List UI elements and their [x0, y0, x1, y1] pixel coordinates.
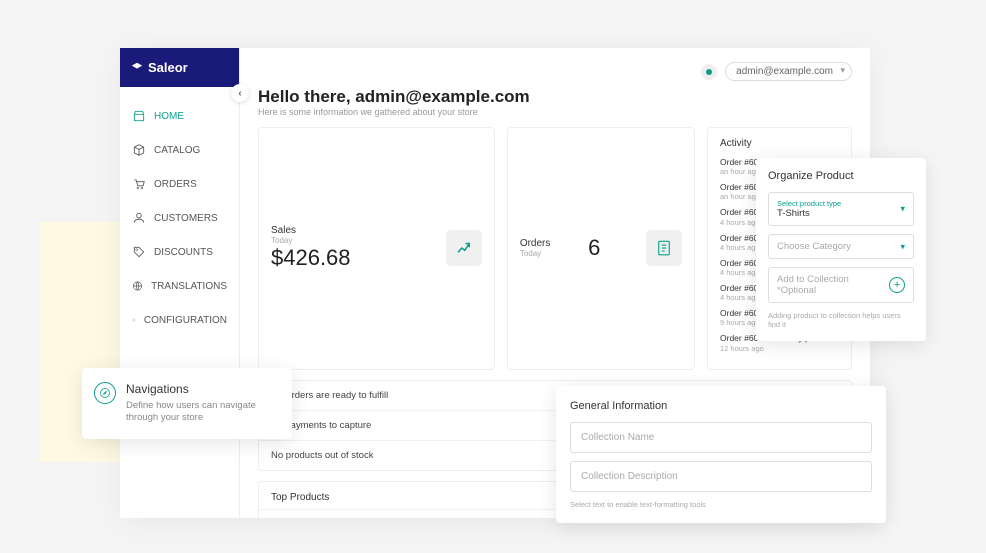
globe-icon: [132, 279, 143, 293]
field-value: T-Shirts: [777, 208, 905, 219]
sidebar: Saleor ‹ HOME CATALOG ORDERS CUSTOMERS: [120, 48, 240, 518]
stat-value: 6: [588, 235, 600, 261]
add-button[interactable]: +: [889, 277, 905, 293]
sidebar-item-label: CATALOG: [154, 145, 200, 156]
stat-value: $426.68: [271, 245, 351, 271]
compass-icon: [94, 382, 116, 404]
brand-logo[interactable]: Saleor ‹: [120, 48, 239, 87]
navigations-title: Navigations: [126, 382, 278, 396]
cube-icon: [132, 143, 146, 157]
page-title: Hello there, admin@example.com: [258, 87, 852, 107]
navigations-card[interactable]: Navigations Define how users can navigat…: [82, 368, 292, 439]
organize-note: Adding product to collection helps users…: [768, 311, 914, 329]
general-title: General Information: [570, 400, 872, 412]
stat-label: Sales: [271, 225, 351, 236]
collection-description-input[interactable]: Collection Description: [570, 461, 872, 492]
organize-product-card: Organize Product Select product type T-S…: [756, 158, 926, 341]
store-icon: [132, 109, 146, 123]
collection-name-input[interactable]: Collection Name: [570, 422, 872, 453]
collapse-sidebar-button[interactable]: ‹: [231, 84, 249, 102]
sidebar-item-home[interactable]: HOME: [120, 99, 239, 133]
chevron-down-icon: ▾: [900, 241, 905, 252]
invoice-icon: [646, 230, 682, 266]
sidebar-item-translations[interactable]: TRANSLATIONS: [120, 269, 239, 303]
chevron-down-icon: ▾: [900, 204, 905, 215]
add-collection-field[interactable]: Add to Collection *Optional +: [768, 267, 914, 303]
topbar: admin@example.com: [258, 62, 852, 81]
field-label: Select product type: [777, 199, 905, 208]
gear-icon: [132, 313, 136, 327]
field-placeholder: Choose Category: [777, 241, 905, 252]
sidebar-item-label: CONFIGURATION: [144, 315, 227, 326]
sales-stat-card: Sales Today $426.68: [258, 127, 495, 370]
user-icon: [132, 211, 146, 225]
sidebar-item-label: ORDERS: [154, 179, 197, 190]
status-indicator[interactable]: [701, 64, 717, 80]
orders-stat-card: Orders Today 6: [507, 127, 695, 370]
sidebar-item-orders[interactable]: ORDERS: [120, 167, 239, 201]
sidebar-item-customers[interactable]: CUSTOMERS: [120, 201, 239, 235]
sidebar-item-label: DISCOUNTS: [154, 247, 213, 258]
sidebar-item-discounts[interactable]: DISCOUNTS: [120, 235, 239, 269]
sidebar-item-label: TRANSLATIONS: [151, 281, 227, 292]
stat-period: Today: [520, 249, 551, 258]
sidebar-item-label: CUSTOMERS: [154, 213, 218, 224]
sidebar-item-catalog[interactable]: CATALOG: [120, 133, 239, 167]
sidebar-item-label: HOME: [154, 111, 184, 122]
general-note: Select text to enable text-formatting to…: [570, 500, 872, 509]
sidebar-item-configuration[interactable]: CONFIGURATION: [120, 303, 239, 337]
category-select[interactable]: Choose Category ▾: [768, 234, 914, 259]
activity-title: Activity: [720, 138, 839, 149]
stat-period: Today: [271, 236, 351, 245]
page-subtitle: Here is some information we gathered abo…: [258, 107, 852, 117]
cart-icon: [132, 177, 146, 191]
tag-icon: [132, 245, 146, 259]
field-label: Add to Collection *Optional: [777, 274, 889, 296]
general-information-card: General Information Collection Name Coll…: [556, 386, 886, 523]
navigations-desc: Define how users can navigate through yo…: [126, 400, 278, 425]
organize-title: Organize Product: [768, 170, 914, 182]
nav: HOME CATALOG ORDERS CUSTOMERS DISCOUNTS …: [120, 87, 239, 349]
product-type-select[interactable]: Select product type T-Shirts ▾: [768, 192, 914, 226]
chart-icon: [446, 230, 482, 266]
user-menu[interactable]: admin@example.com: [725, 62, 852, 81]
stat-label: Orders: [520, 238, 551, 249]
